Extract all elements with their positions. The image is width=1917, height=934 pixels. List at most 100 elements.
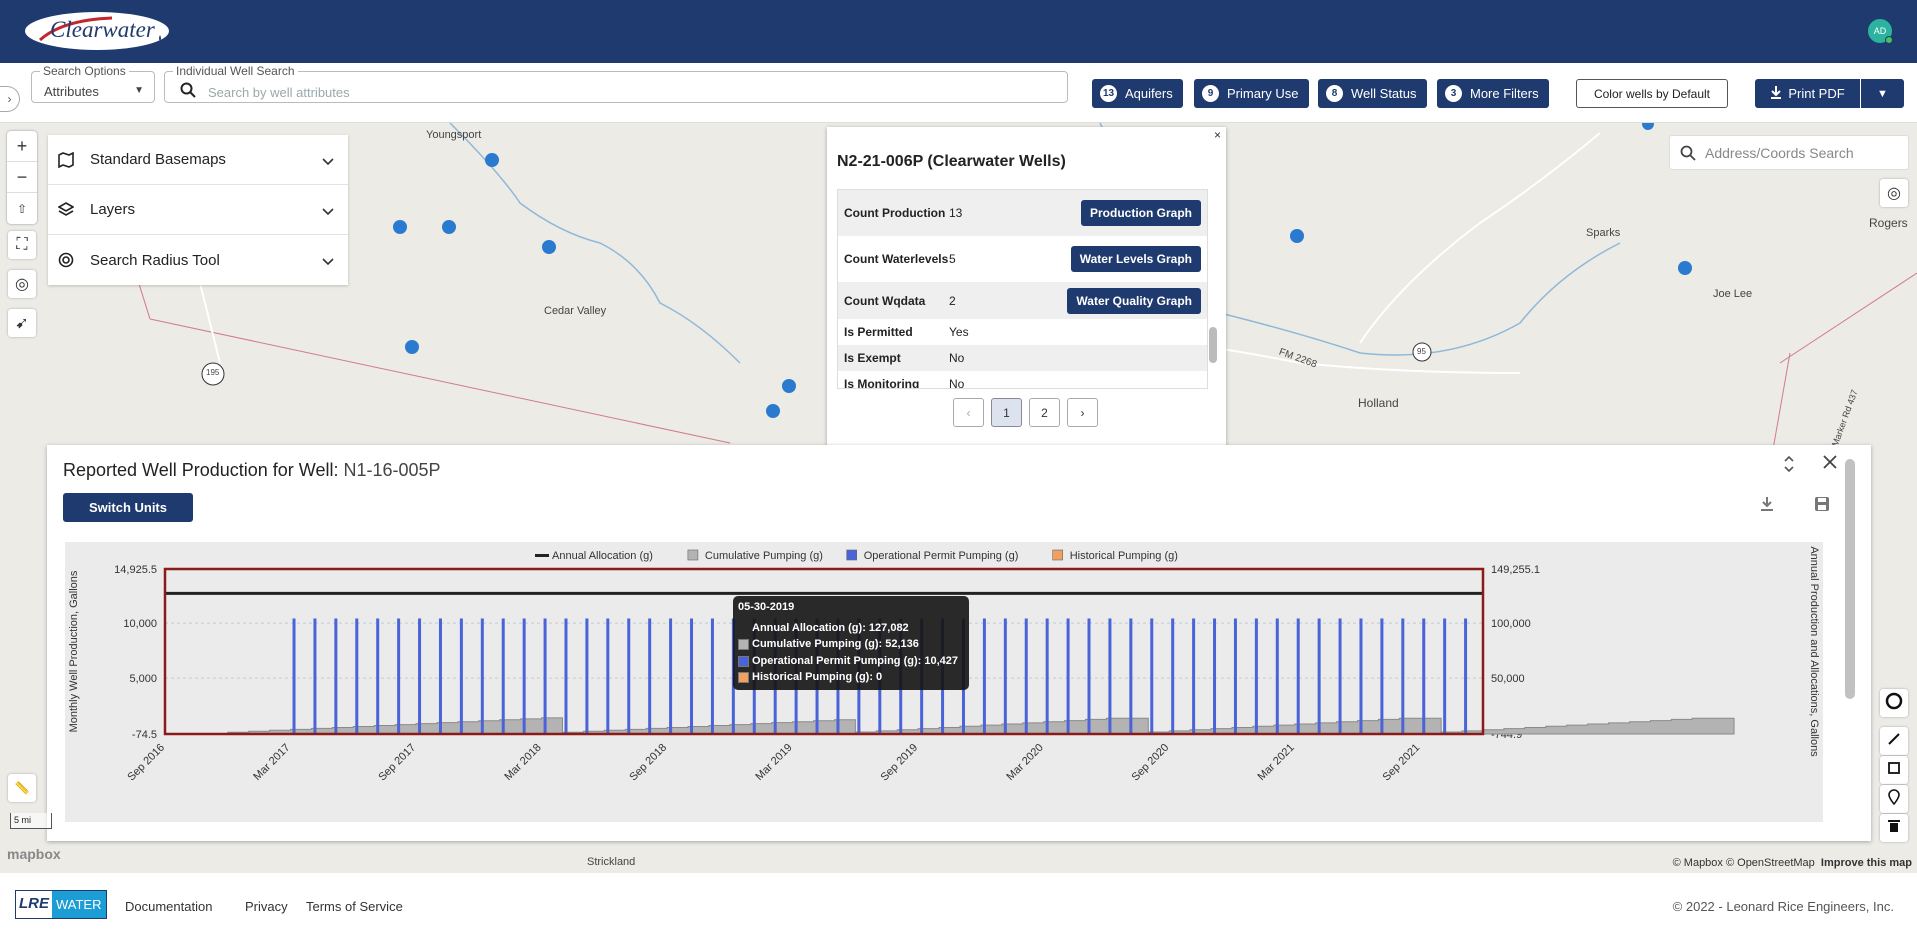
download-icon[interactable]	[1760, 496, 1774, 517]
table-row: Is Exempt No	[838, 345, 1207, 371]
well-search-label: Individual Well Search	[176, 64, 295, 78]
table-row: Count Waterlevels 5 Water Levels Graph	[838, 236, 1207, 282]
improve-map-link[interactable]: Improve this map	[1821, 857, 1912, 869]
legend-swatch	[846, 549, 858, 561]
operational-pumping-bar	[690, 618, 694, 734]
operational-pumping-bar	[1171, 618, 1175, 734]
chart-panel-title: Reported Well Production for Well: N1-16…	[63, 460, 441, 481]
download-icon	[1770, 85, 1782, 102]
x-tick-label: Mar 2021	[1255, 742, 1296, 783]
operational-pumping-bar	[982, 618, 986, 734]
next-page-button[interactable]: ›	[1067, 398, 1098, 427]
search-options-select[interactable]: Search Options Attributes ▼	[31, 65, 155, 103]
fullscreen-button[interactable]: ⛶	[8, 231, 36, 259]
mapbox-logo[interactable]: mapbox	[7, 846, 61, 862]
terms-link[interactable]: Terms of Service	[306, 899, 403, 914]
close-popup-icon[interactable]: ×	[1214, 128, 1221, 142]
filter-aquifers-button[interactable]: 13 Aquifers	[1092, 79, 1183, 108]
draw-point-button[interactable]	[1880, 785, 1908, 813]
switch-units-button[interactable]: Switch Units	[63, 493, 193, 522]
operational-pumping-bar	[1213, 618, 1217, 734]
tooltip-swatch	[738, 638, 749, 650]
layers-toggle[interactable]: Layers	[48, 185, 348, 235]
map-tools-panel: Standard Basemaps Layers Search Radius T…	[48, 135, 348, 285]
page-1-button[interactable]: 1	[991, 398, 1022, 427]
clearwater-logo[interactable]: Clearwater	[22, 10, 172, 52]
chart-legend: Annual Allocation (g) Cumulative Pumping …	[535, 549, 1178, 562]
table-row: Is Permitted Yes	[838, 319, 1207, 345]
well-search-field[interactable]: Individual Well Search Search by well at…	[164, 64, 1068, 103]
draw-polygon-button[interactable]	[1880, 756, 1908, 784]
table-row: Is Monitoring No	[838, 371, 1207, 388]
map-label: Rogers	[1869, 216, 1908, 230]
operational-pumping-bar	[501, 618, 505, 734]
privacy-link[interactable]: Privacy	[245, 899, 288, 914]
zoom-out-button[interactable]: −	[7, 162, 37, 193]
accordion-label: Search Radius Tool	[90, 251, 220, 269]
user-avatar[interactable]: AD	[1868, 19, 1893, 44]
save-icon[interactable]	[1814, 496, 1830, 517]
popup-scrollbar[interactable]	[1209, 327, 1217, 363]
expand-panel-icon[interactable]	[1783, 453, 1795, 480]
operational-pumping-bar	[376, 618, 380, 734]
radius-target-button[interactable]: ◎	[1880, 179, 1908, 207]
polygon-icon	[1887, 761, 1901, 780]
documentation-link[interactable]: Documentation	[125, 899, 212, 914]
reset-north-button[interactable]: ⇧	[7, 193, 37, 224]
operational-pumping-bar	[1317, 618, 1321, 734]
attribution-text[interactable]: © Mapbox © OpenStreetMap	[1673, 857, 1815, 869]
operational-pumping-bar	[710, 618, 714, 734]
operational-pumping-bar	[1150, 618, 1154, 734]
legend-swatch	[1052, 549, 1064, 561]
map-label: Sparks	[1586, 227, 1621, 239]
production-graph-button[interactable]: Production Graph	[1081, 200, 1201, 226]
operational-pumping-bar	[334, 618, 338, 734]
address-search-input[interactable]: Address/Coords Search	[1669, 135, 1909, 170]
print-pdf-button[interactable]: Print PDF	[1755, 79, 1860, 108]
operational-pumping-bar	[564, 618, 568, 734]
standard-basemaps-toggle[interactable]: Standard Basemaps	[48, 135, 348, 185]
well-search-placeholder: Search by well attributes	[208, 85, 350, 100]
page-2-button[interactable]: 2	[1029, 398, 1060, 427]
x-axis-ticks: Sep 2016 Mar 2017 Sep 2017 Mar 2018 Sep 2018…	[125, 742, 1422, 784]
filter-count-badge: 8	[1326, 85, 1343, 102]
marker-icon	[1888, 788, 1900, 810]
chevron-down-icon	[322, 203, 334, 220]
search-radius-toggle[interactable]: Search Radius Tool	[48, 235, 348, 285]
filter-more-button[interactable]: 3 More Filters	[1437, 79, 1549, 108]
print-options-dropdown[interactable]: ▼	[1861, 79, 1904, 108]
table-row: Count Wqdata 2 Water Quality Graph	[838, 282, 1207, 319]
geolocate-button[interactable]: ◎	[8, 270, 36, 298]
legend-label: Annual Allocation (g)	[552, 550, 653, 562]
operational-pumping-bar	[1422, 618, 1426, 734]
tooltip-text: Annual Allocation (g): 127,082	[752, 622, 909, 634]
prev-page-button[interactable]: ‹	[953, 398, 984, 427]
draw-line-button[interactable]	[1880, 727, 1908, 755]
water-quality-graph-button[interactable]: Water Quality Graph	[1067, 287, 1201, 314]
panel-scrollbar[interactable]	[1845, 459, 1855, 699]
measure-button[interactable]: 📏	[8, 774, 36, 802]
map-label: Strickland	[587, 856, 636, 868]
y-axis-label-right: Annual Production and Allocations, Gallo…	[1808, 546, 1820, 757]
x-tick-label: Mar 2018	[502, 742, 543, 783]
compass-button[interactable]: ➹	[8, 309, 36, 337]
popup-pagination: ‹ 1 2 ›	[953, 398, 1098, 428]
filter-well-status-button[interactable]: 8 Well Status	[1318, 79, 1427, 108]
operational-pumping-bar	[1192, 618, 1196, 734]
tooltip-line: Operational Permit Pumping (g): 10,427	[738, 655, 958, 667]
water-levels-graph-button[interactable]: Water Levels Graph	[1070, 246, 1201, 272]
close-panel-icon[interactable]	[1823, 455, 1837, 474]
right-axis-ticks: 149,255.1100,00050,000-744.9	[1491, 564, 1540, 741]
logo-left-text: LRE	[16, 891, 52, 918]
map-icon	[58, 151, 76, 168]
delete-drawing-button[interactable]	[1880, 814, 1908, 842]
draw-circle-button[interactable]	[1880, 689, 1908, 717]
filter-count-badge: 13	[1100, 85, 1117, 102]
lre-water-logo[interactable]: LRE WATER	[15, 890, 107, 919]
zoom-in-button[interactable]: +	[7, 131, 37, 162]
operational-pumping-bar	[480, 618, 484, 734]
color-wells-button[interactable]: Color wells by Default	[1576, 79, 1728, 108]
operational-pumping-bar	[1066, 618, 1070, 734]
filter-primary-use-button[interactable]: 9 Primary Use	[1194, 79, 1309, 108]
chevron-down-icon: ▼	[134, 85, 144, 96]
